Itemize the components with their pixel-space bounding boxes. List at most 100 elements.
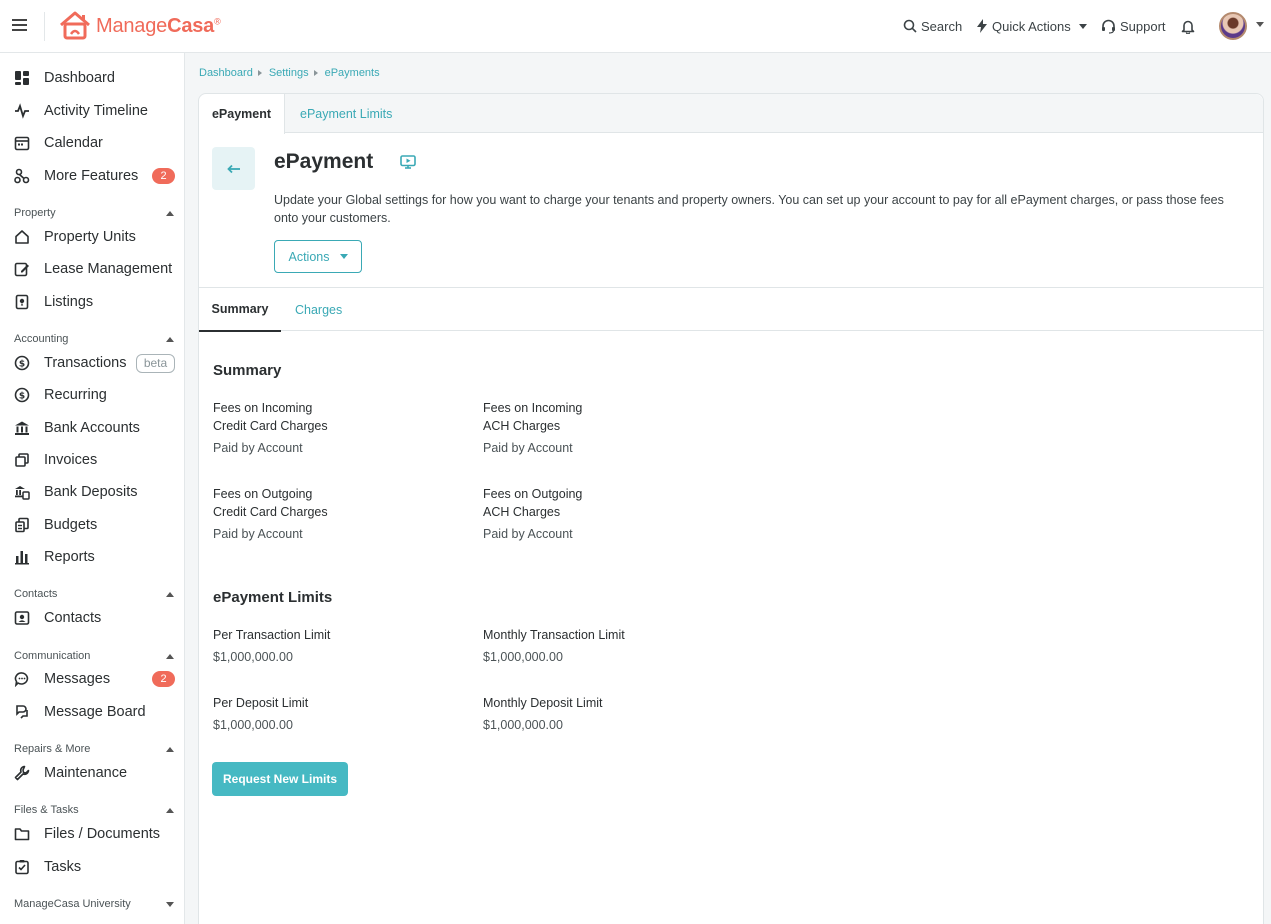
chevron-right-icon <box>257 70 262 76</box>
per-deposit-limit: Per Deposit Limit $1,000,000.00 <box>213 696 309 732</box>
breadcrumb-dashboard[interactable]: Dashboard <box>199 67 253 79</box>
chevron-down-icon <box>166 901 174 907</box>
tab-summary[interactable]: Summary <box>199 288 281 332</box>
topbar-divider <box>44 12 45 41</box>
avatar-chevron-down-icon[interactable] <box>1256 22 1264 27</box>
svg-text:$: $ <box>19 392 25 402</box>
notifications-button[interactable] <box>1181 14 1199 38</box>
fee-outgoing-credit-card: Fees on Outgoing Credit Card Charges Pai… <box>213 487 328 541</box>
budget-icon <box>14 517 30 533</box>
edit-document-icon <box>14 261 30 277</box>
sub-tab-bar: Summary Charges <box>199 287 1263 332</box>
avatar[interactable] <box>1219 12 1247 40</box>
sidebar-item-property-units[interactable]: Property Units <box>0 222 184 252</box>
section-accounting[interactable]: Accounting <box>14 333 176 345</box>
sidebar-item-contacts[interactable]: Contacts <box>0 603 184 633</box>
pulse-icon <box>14 103 30 119</box>
section-repairs[interactable]: Repairs & More <box>14 743 176 755</box>
wrench-icon <box>14 765 30 781</box>
tab-epayment-limits[interactable]: ePayment Limits <box>300 94 392 133</box>
per-transaction-limit: Per Transaction Limit $1,000,000.00 <box>213 628 331 664</box>
sidebar-item-message-board[interactable]: Message Board <box>0 697 184 727</box>
quick-actions-button[interactable]: Quick Actions <box>976 14 1087 38</box>
top-bar: ManageCasa® Search Quick Actions Support <box>0 0 1271 53</box>
bar-chart-icon <box>14 549 30 565</box>
bank-icon <box>14 420 30 436</box>
section-contacts[interactable]: Contacts <box>14 588 176 600</box>
chat-bubble-icon <box>14 671 30 687</box>
logo[interactable]: ManageCasa® <box>58 10 221 42</box>
beta-tag: beta <box>136 353 175 373</box>
chevron-up-icon <box>166 336 174 342</box>
invoice-icon <box>14 452 30 468</box>
fee-outgoing-ach: Fees on Outgoing ACH Charges Paid by Acc… <box>483 487 583 541</box>
limits-heading: ePayment Limits <box>213 589 333 606</box>
dollar-circle-icon: $ <box>14 355 30 371</box>
count-badge: 2 <box>152 168 175 184</box>
tab-bar: ePayment ePayment Limits <box>199 94 1263 134</box>
dashboard-icon <box>14 70 30 86</box>
chevron-down-icon <box>339 254 348 259</box>
sidebar-item-dashboard[interactable]: Dashboard <box>0 63 184 93</box>
chevron-right-icon <box>313 70 318 76</box>
summary-heading: Summary <box>213 362 282 379</box>
sidebar-item-reports[interactable]: Reports <box>0 542 184 572</box>
sidebar-item-maintenance[interactable]: Maintenance <box>0 758 184 788</box>
bell-icon <box>1181 20 1195 34</box>
sidebar: Dashboard Activity Timeline Calendar Mor… <box>0 53 185 924</box>
fee-incoming-credit-card: Fees on Incoming Credit Card Charges Pai… <box>213 401 328 455</box>
actions-dropdown-button[interactable]: Actions <box>274 240 362 273</box>
tab-epayment[interactable]: ePayment <box>199 94 285 134</box>
sidebar-item-transactions[interactable]: $ Transactions beta <box>0 348 184 378</box>
sidebar-item-lease-management[interactable]: Lease Management <box>0 254 184 284</box>
sidebar-item-calendar[interactable]: Calendar <box>0 128 184 158</box>
sidebar-item-bank-accounts[interactable]: Bank Accounts <box>0 413 184 443</box>
section-communication[interactable]: Communication <box>14 650 176 662</box>
deposit-icon <box>14 484 30 500</box>
search-button[interactable]: Search <box>903 14 962 38</box>
search-icon <box>903 19 917 33</box>
main-card: ePayment ePayment Limits ePayment Update… <box>198 93 1264 924</box>
sidebar-item-tasks[interactable]: Tasks <box>0 852 184 882</box>
svg-text:$: $ <box>19 360 25 370</box>
page-title: ePayment <box>274 150 374 173</box>
arrow-left-icon <box>226 164 240 173</box>
section-files[interactable]: Files & Tasks <box>14 804 176 816</box>
headset-icon <box>1102 19 1115 34</box>
chevron-up-icon <box>166 591 174 597</box>
support-button[interactable]: Support <box>1101 14 1166 38</box>
sidebar-item-more-features[interactable]: More Features 2 <box>0 161 184 191</box>
logo-text: ManageCasa® <box>96 14 221 37</box>
chevron-up-icon <box>166 653 174 659</box>
count-badge: 2 <box>152 671 175 687</box>
chevron-up-icon <box>166 210 174 216</box>
sidebar-item-messages[interactable]: Messages 2 <box>0 664 184 694</box>
section-university[interactable]: ManageCasa University <box>14 898 176 910</box>
home-icon <box>14 229 30 245</box>
breadcrumb-settings[interactable]: Settings <box>269 67 309 79</box>
section-property[interactable]: Property <box>14 207 176 219</box>
sidebar-item-bank-deposits[interactable]: Bank Deposits <box>0 477 184 507</box>
video-tutorial-icon[interactable] <box>400 155 416 169</box>
sidebar-item-recurring[interactable]: $ Recurring <box>0 380 184 410</box>
sidebar-item-invoices[interactable]: Invoices <box>0 445 184 475</box>
sidebar-item-activity-timeline[interactable]: Activity Timeline <box>0 96 184 126</box>
sidebar-item-listings[interactable]: Listings <box>0 287 184 317</box>
calendar-icon <box>14 135 30 151</box>
tab-charges[interactable]: Charges <box>295 288 342 331</box>
listing-icon <box>14 294 30 310</box>
lightning-icon <box>977 19 987 33</box>
breadcrumb-epayments[interactable]: ePayments <box>325 67 380 79</box>
menu-icon[interactable] <box>12 16 29 36</box>
fee-incoming-ach: Fees on Incoming ACH Charges Paid by Acc… <box>483 401 583 455</box>
request-new-limits-button[interactable]: Request New Limits <box>212 762 348 796</box>
chevron-up-icon <box>166 746 174 752</box>
sidebar-item-budgets[interactable]: Budgets <box>0 510 184 540</box>
chevron-up-icon <box>166 807 174 813</box>
back-button[interactable] <box>212 147 255 190</box>
task-check-icon <box>14 859 30 875</box>
house-logo-icon <box>60 11 90 40</box>
sidebar-item-files-documents[interactable]: Files / Documents <box>0 819 184 849</box>
page-description: Update your Global settings for how you … <box>274 193 1224 225</box>
folder-icon <box>14 826 30 842</box>
